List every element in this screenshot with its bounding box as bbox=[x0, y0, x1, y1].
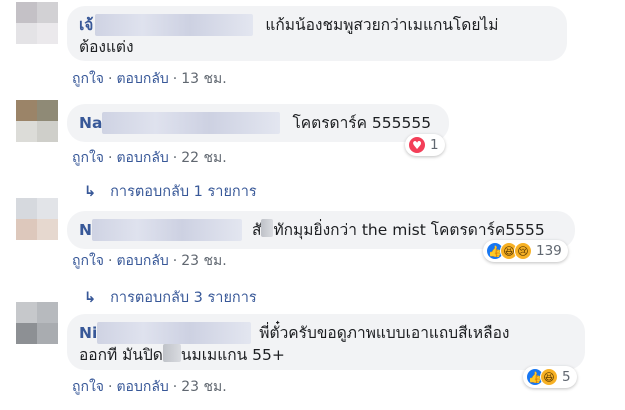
reaction-count: 5 bbox=[562, 369, 571, 385]
comment-text: เจ้ แก้มน้องชมพูสวยกว่าเมแกนโดยไม่ bbox=[79, 14, 555, 36]
like-link[interactable]: ถูกใจ bbox=[72, 150, 104, 166]
comment-text-line: นมเมแกน 55+ bbox=[180, 346, 285, 364]
avatar[interactable] bbox=[16, 100, 58, 142]
comment-text: N สั ทักมุมยิ่งกว่า the mist โคตรดาร์ค5555 bbox=[79, 219, 563, 241]
reply-arrow-icon: ↳ bbox=[84, 184, 97, 200]
view-replies-label: การตอบกลับ 3 รายการ bbox=[110, 290, 257, 306]
reply-link[interactable]: ตอบกลับ bbox=[116, 71, 168, 87]
reply-link[interactable]: ตอบกลับ bbox=[116, 150, 168, 166]
comment-text: ออกที มันปิด นมเมแกน 55+ bbox=[79, 344, 573, 366]
timestamp[interactable]: 23 ชม. bbox=[181, 379, 226, 395]
comment-text-line: พี่ตั๋วครับขอดูภาพแบบเอาแถบสีเหลือง bbox=[259, 324, 510, 342]
view-replies-link[interactable]: ↳ การตอบกลับ 3 รายการ bbox=[84, 286, 257, 309]
blurred-author-name bbox=[95, 14, 254, 36]
comment-text-prefix: สั bbox=[251, 221, 262, 239]
avatar[interactable] bbox=[16, 2, 58, 44]
comment-text-line: ออกที มันปิด bbox=[79, 346, 163, 364]
reply-link[interactable]: ตอบกลับ bbox=[116, 379, 168, 395]
sad-icon: 😢 bbox=[514, 242, 532, 260]
reaction-summary[interactable]: 👍 😆 😢 139 bbox=[483, 240, 568, 262]
blurred-author-name bbox=[97, 322, 252, 344]
comment-author[interactable]: Na bbox=[79, 114, 102, 132]
timestamp[interactable]: 13 ชม. bbox=[181, 71, 226, 87]
like-link[interactable]: ถูกใจ bbox=[72, 253, 104, 269]
avatar[interactable] bbox=[16, 198, 58, 240]
reaction-summary[interactable]: ♥ 1 bbox=[405, 134, 445, 156]
timestamp[interactable]: 22 ชม. bbox=[181, 150, 226, 166]
haha-icon: 😆 bbox=[540, 368, 558, 386]
avatar[interactable] bbox=[16, 302, 58, 344]
blurred-author-name bbox=[91, 219, 242, 241]
comment-meta: ถูกใจ · ตอบกลับ · 22 ชม. bbox=[72, 150, 227, 166]
reaction-count: 139 bbox=[536, 243, 562, 259]
view-replies-link[interactable]: ↳ การตอบกลับ 1 รายการ bbox=[84, 180, 257, 203]
comment-bubble: Na โคตรดาร์ค 555555 bbox=[67, 104, 449, 142]
blurred-word bbox=[261, 219, 274, 237]
comment-bubble: เจ้ แก้มน้องชมพูสวยกว่าเมแกนโดยไม่ ต้องแต… bbox=[67, 6, 567, 61]
reaction-count: 1 bbox=[430, 137, 439, 153]
comment-meta: ถูกใจ · ตอบกลับ · 23 ชม. bbox=[72, 379, 227, 395]
comment-bubble: Ni พี่ตั๋วครับขอดูภาพแบบเอาแถบสีเหลือง ออ… bbox=[67, 314, 585, 370]
blurred-author-name bbox=[102, 112, 281, 134]
like-link[interactable]: ถูกใจ bbox=[72, 71, 104, 87]
comment-meta: ถูกใจ · ตอบกลับ · 13 ชม. bbox=[72, 71, 227, 87]
comment-text-line: ต้องแต่ง bbox=[79, 38, 134, 56]
reaction-summary[interactable]: 👍 😆 5 bbox=[523, 366, 577, 388]
blurred-word bbox=[162, 344, 181, 362]
comment-text: Ni พี่ตั๋วครับขอดูภาพแบบเอาแถบสีเหลือง bbox=[79, 322, 573, 344]
comment-text-line: ทักมุมยิ่งกว่า the mist โคตรดาร์ค5555 bbox=[273, 221, 545, 239]
comment-text-line: โคตรดาร์ค 555555 bbox=[292, 114, 432, 132]
view-replies-label: การตอบกลับ 1 รายการ bbox=[110, 184, 257, 200]
comment-meta: ถูกใจ · ตอบกลับ · 23 ชม. bbox=[72, 253, 227, 269]
comment-author[interactable]: N bbox=[79, 221, 92, 239]
reply-arrow-icon: ↳ bbox=[84, 290, 97, 306]
comment-author[interactable]: เจ้ bbox=[79, 16, 93, 34]
like-link[interactable]: ถูกใจ bbox=[72, 379, 104, 395]
comment-author[interactable]: Ni bbox=[79, 324, 97, 342]
heart-icon: ♥ bbox=[408, 136, 426, 154]
reply-link[interactable]: ตอบกลับ bbox=[116, 253, 168, 269]
comment-text-line: แก้มน้องชมพูสวยกว่าเมแกนโดยไม่ bbox=[265, 16, 499, 34]
comment-text: Na โคตรดาร์ค 555555 bbox=[79, 112, 437, 134]
timestamp[interactable]: 23 ชม. bbox=[181, 253, 226, 269]
